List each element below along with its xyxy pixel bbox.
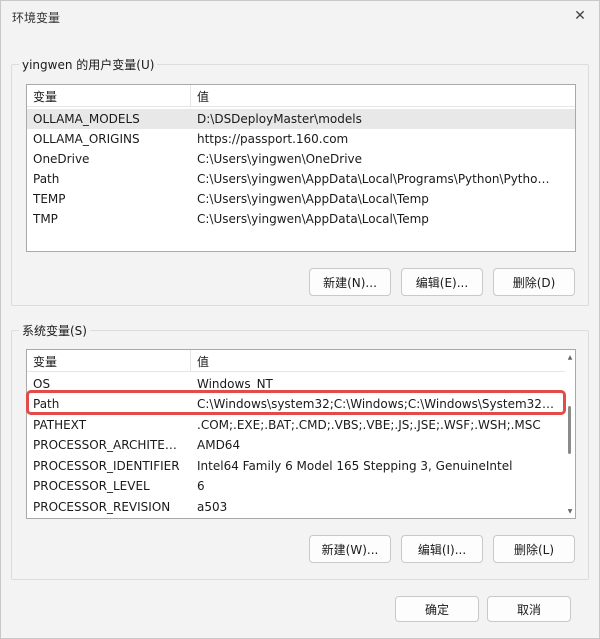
variable-value: C:\Users\yingwen\AppData\Local\Programs\… [197,172,557,186]
system-variables-header: 变量 值 [27,350,575,372]
environment-variables-dialog: 环境变量 ✕ yingwen 的用户变量(U) 变量 值 OLLAMA_MODE… [0,0,600,639]
user-new-button[interactable]: 新建(N)... [309,268,391,296]
column-header-value[interactable]: 值 [197,353,209,370]
table-row[interactable]: OS Windows_NT [27,374,575,394]
variable-name: PROCESSOR_IDENTIFIER [33,459,180,473]
close-icon: ✕ [574,8,586,24]
system-variables-list[interactable]: 变量 值 OS Windows_NT Path C:\Windows\syste… [26,349,576,519]
variable-name: PROCESSOR_LEVEL [33,479,150,493]
variable-value: Intel64 Family 6 Model 165 Stepping 3, G… [197,459,513,473]
table-row[interactable]: Path C:\Users\yingwen\AppData\Local\Prog… [27,169,575,189]
system-list-scrollbar[interactable]: ▲ ▼ [565,350,575,518]
table-row[interactable]: TEMP C:\Users\yingwen\AppData\Local\Temp [27,189,575,209]
window-title: 环境变量 [12,11,61,25]
cancel-button[interactable]: 取消 [487,596,571,622]
column-divider[interactable] [190,350,191,372]
table-row[interactable]: PROCESSOR_ARCHITECT... AMD64 [27,435,575,455]
table-row[interactable]: PROCESSOR_REVISION a503 [27,497,575,517]
variable-name: OLLAMA_ORIGINS [33,132,140,146]
system-edit-button[interactable]: 编辑(I)... [401,535,483,563]
table-row[interactable]: OLLAMA_ORIGINS https://passport.160.com [27,129,575,149]
variable-value: AMD64 [197,438,241,452]
system-delete-button[interactable]: 删除(L) [493,535,575,563]
variable-value: https://passport.160.com [197,132,349,146]
variable-value: C:\Users\yingwen\AppData\Local\Temp [197,192,429,206]
variable-value: .COM;.EXE;.BAT;.CMD;.VBS;.VBE;.JS;.JSE;.… [197,418,541,432]
variable-value: C:\Users\yingwen\AppData\Local\Temp [197,212,429,226]
table-row[interactable]: PROCESSOR_IDENTIFIER Intel64 Family 6 Mo… [27,456,575,476]
user-delete-button[interactable]: 删除(D) [493,268,575,296]
variable-value: C:\Users\yingwen\OneDrive [197,152,363,166]
user-variables-header: 变量 值 [27,85,575,107]
column-header-name[interactable]: 变量 [33,353,57,370]
user-variables-list[interactable]: 变量 值 OLLAMA_MODELS D:\DSDeployMaster\mod… [26,84,576,252]
close-button[interactable]: ✕ [569,5,591,27]
variable-name: OS [33,377,51,391]
variable-value: 6 [197,479,205,493]
column-header-name[interactable]: 变量 [33,88,57,105]
variable-value: Windows_NT [197,377,273,391]
user-edit-button[interactable]: 编辑(E)... [401,268,483,296]
table-row[interactable]: OLLAMA_MODELS D:\DSDeployMaster\models [27,109,575,129]
table-row[interactable]: OneDrive C:\Users\yingwen\OneDrive [27,149,575,169]
ok-button[interactable]: 确定 [395,596,479,622]
title-bar: 环境变量 ✕ [1,1,599,31]
variable-value: D:\DSDeployMaster\models [197,112,362,126]
system-variables-label: 系统变量(S) [19,322,90,339]
scroll-down-icon[interactable]: ▼ [565,506,575,516]
scroll-up-icon[interactable]: ▲ [565,352,575,362]
column-header-value[interactable]: 值 [197,88,209,105]
variable-name: Path [33,397,60,411]
variable-name: PATHEXT [33,418,87,432]
column-divider[interactable] [190,85,191,107]
variable-name: PROCESSOR_REVISION [33,500,171,514]
table-row[interactable]: Path C:\Windows\system32;C:\Windows;C:\W… [27,394,575,414]
table-row[interactable]: TMP C:\Users\yingwen\AppData\Local\Temp [27,209,575,229]
system-new-button[interactable]: 新建(W)... [309,535,391,563]
variable-name: TMP [33,212,58,226]
user-variables-label: yingwen 的用户变量(U) [19,56,158,73]
table-row[interactable]: PROCESSOR_LEVEL 6 [27,476,575,496]
scroll-thumb[interactable] [568,406,571,454]
variable-value: a503 [197,500,228,514]
variable-name: Path [33,172,60,186]
variable-name: OneDrive [33,152,90,166]
table-row[interactable]: PATHEXT .COM;.EXE;.BAT;.CMD;.VBS;.VBE;.J… [27,415,575,435]
variable-name: PROCESSOR_ARCHITECT... [33,438,183,452]
variable-name: TEMP [33,192,66,206]
variable-name: OLLAMA_MODELS [33,112,140,126]
variable-value: C:\Windows\system32;C:\Windows;C:\Window… [197,397,557,411]
